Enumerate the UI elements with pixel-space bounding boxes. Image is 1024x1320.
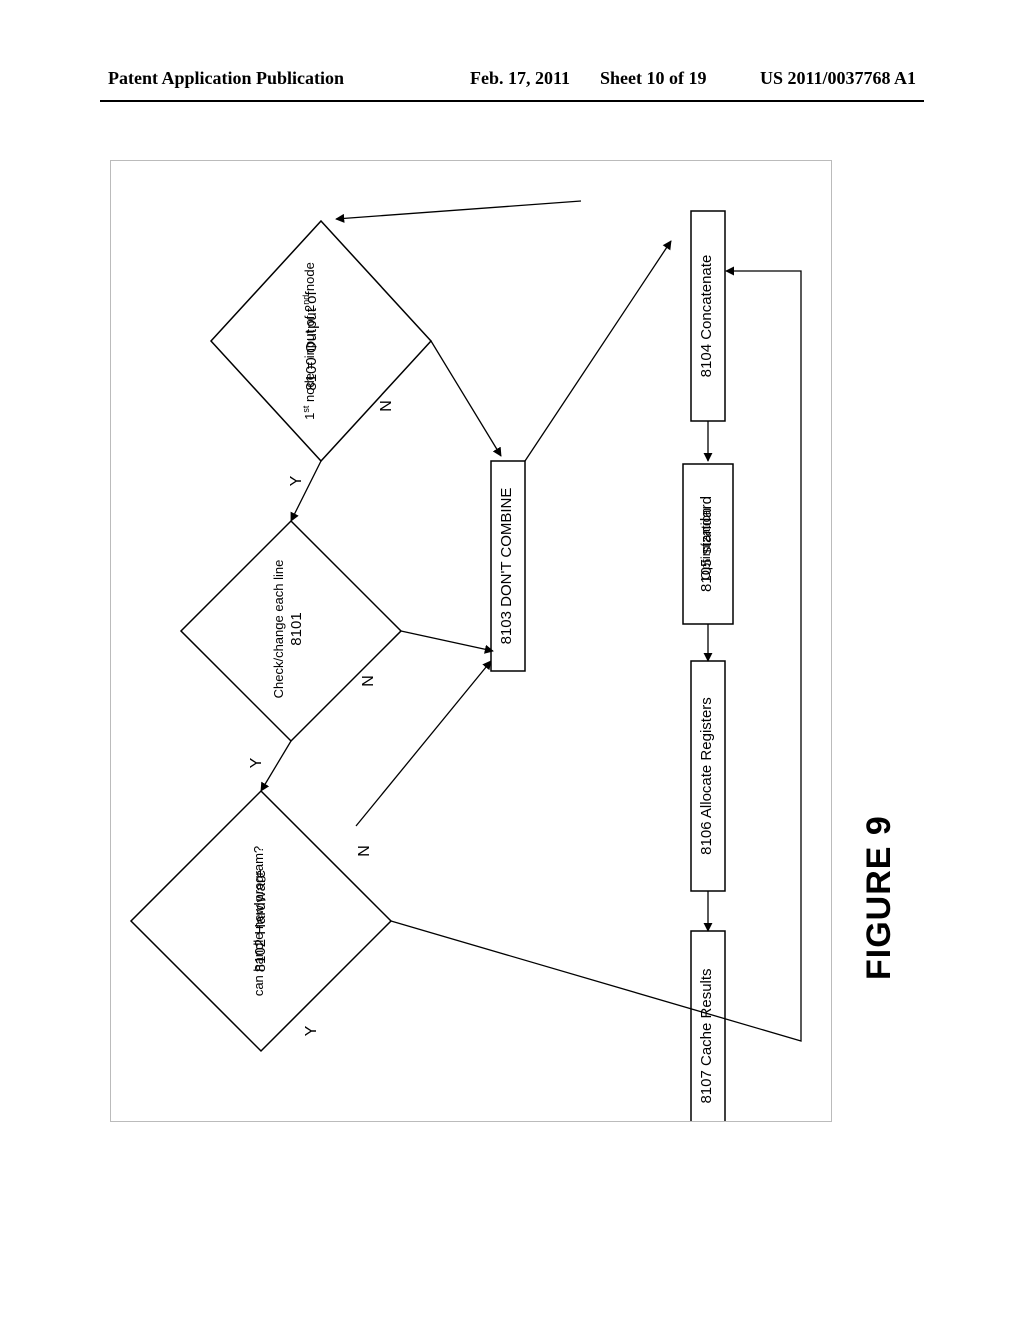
svg-text:8101: 8101 — [288, 612, 305, 645]
publication-type: Patent Application Publication — [108, 68, 344, 89]
header-rule — [100, 100, 924, 102]
process-8106: 8106 Allocate Registers — [691, 661, 725, 891]
sheet-number: Sheet 10 of 19 — [600, 68, 707, 89]
svg-text:can handle new program?: can handle new program? — [251, 846, 266, 996]
edge-8100-N-label: N — [378, 400, 395, 412]
edge-8102-Y-label: Y — [303, 1025, 320, 1036]
edge-8102-8104 — [391, 271, 801, 1041]
edge-8100-8103 — [431, 341, 501, 456]
process-8107: 8107 Cache Results — [691, 931, 725, 1121]
edge-entry-8100 — [336, 201, 581, 219]
svg-text:Check/change each line: Check/change each line — [271, 560, 286, 699]
figure-frame: 8100 Output of 1st node = input of 2nd n… — [110, 160, 832, 1122]
decision-8101-text: Check/change each line — [271, 560, 286, 699]
process-8104-text: 8104 Concatenate — [698, 255, 715, 378]
edge-8101-8102 — [261, 741, 291, 791]
edge-8103-8104 — [525, 241, 671, 461]
process-8105: 8105 standard Optimization — [683, 464, 733, 624]
edge-8100-Y-label: Y — [288, 475, 305, 486]
process-8107-text: 8107 Cache Results — [698, 968, 715, 1103]
edge-8101-N-label: N — [360, 675, 377, 687]
edge-8101-8103 — [401, 631, 493, 651]
decision-8101: 8101 Check/change each line — [181, 521, 401, 741]
decision-8100: 8100 Output of 1st node = input of 2nd n… — [211, 221, 431, 461]
edge-8102-N-label: N — [356, 845, 373, 857]
decision-8101-ref: 8101 — [288, 612, 305, 645]
publication-date: Feb. 17, 2011 — [470, 68, 570, 89]
figure-label: FIGURE 9 — [860, 815, 899, 980]
edge-8100-8101 — [291, 461, 321, 521]
flowchart: 8100 Output of 1st node = input of 2nd n… — [111, 161, 831, 1121]
process-8106-text: 8106 Allocate Registers — [698, 697, 715, 855]
publication-number: US 2011/0037768 A1 — [760, 68, 916, 89]
svg-text:1st node = input of 2nd node: 1st node = input of 2nd node — [301, 262, 317, 420]
edge-8101-Y-label: Y — [248, 757, 265, 768]
process-8103: 8103 DON'T COMBINE — [491, 461, 525, 671]
process-8104: 8104 Concatenate — [691, 211, 725, 421]
process-8105-l2: Optimization — [698, 508, 713, 580]
decision-8102: 8102 Hardware can handle new program? — [131, 791, 391, 1051]
page: Patent Application Publication Feb. 17, … — [0, 0, 1024, 1320]
process-8103-text: 8103 DON'T COMBINE — [498, 488, 515, 645]
decision-8102-l2: can handle new program? — [251, 846, 266, 996]
